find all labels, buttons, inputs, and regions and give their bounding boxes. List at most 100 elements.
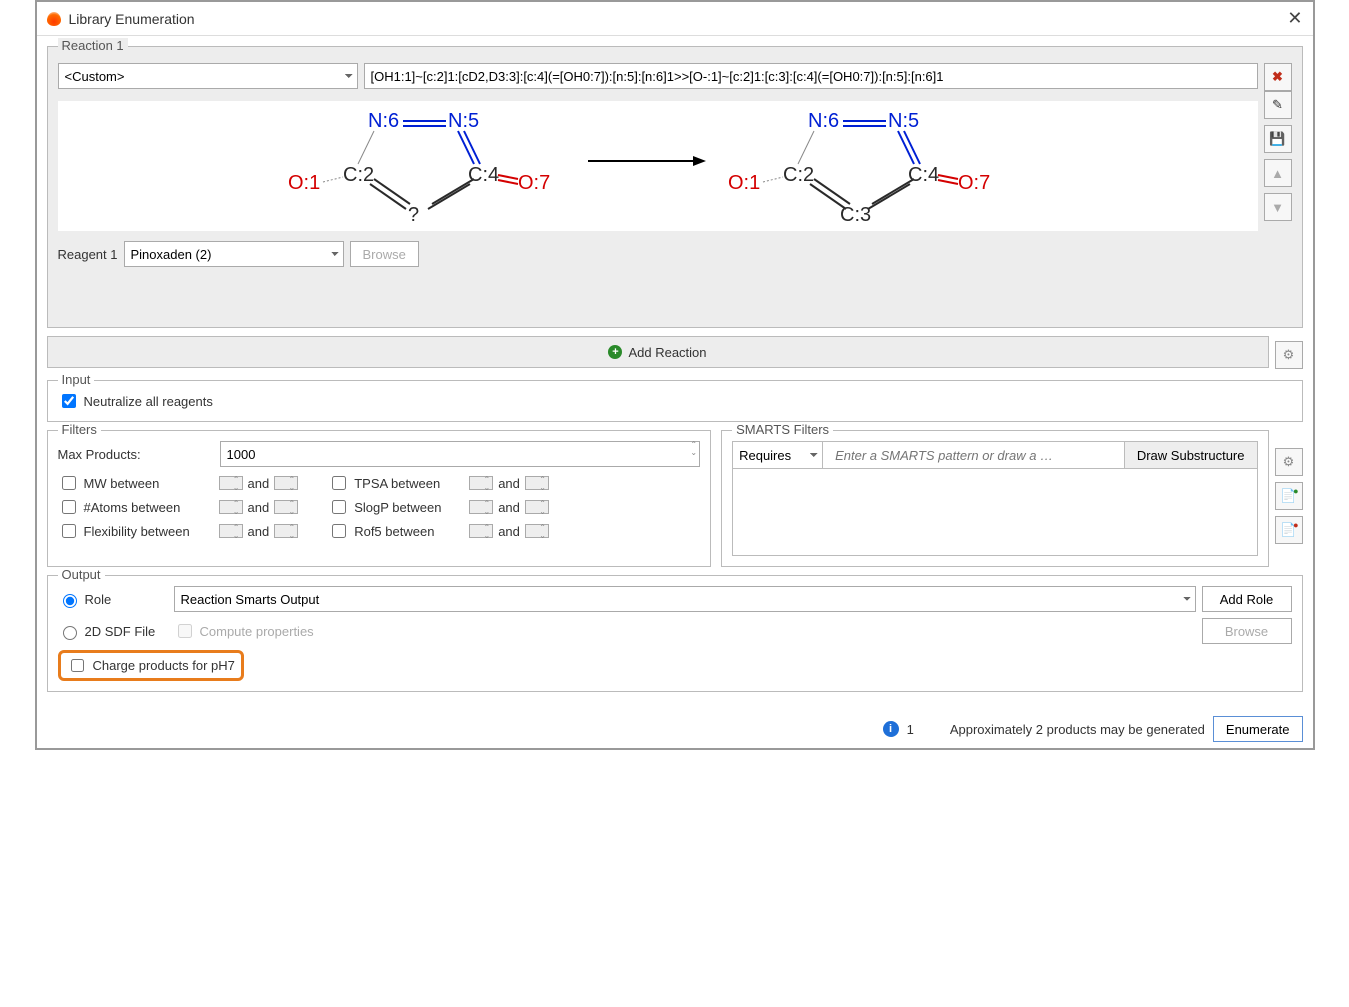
reaction-preset-select[interactable]: <Custom> [58, 63, 358, 89]
svg-text:O:1: O:1 [288, 172, 320, 194]
pencil-icon: ✎ [1272, 97, 1283, 113]
save-reaction-button[interactable]: 💾 [1264, 125, 1292, 153]
add-reaction-bar[interactable]: + Add Reaction [47, 336, 1269, 368]
reaction-settings-button[interactable]: ⚙ [1275, 341, 1303, 369]
input-group: Input Neutralize all reagents [47, 380, 1303, 422]
status-count: 1 [907, 722, 914, 737]
plus-icon: + [608, 345, 622, 359]
output-legend: Output [58, 567, 105, 582]
rof5-label: Rof5 between [354, 524, 464, 539]
neutralize-label: Neutralize all reagents [84, 394, 213, 409]
input-legend: Input [58, 372, 95, 387]
flex-max-input[interactable] [274, 524, 298, 538]
svg-text:O:1: O:1 [728, 172, 760, 194]
triangle-down-icon: ▼ [1271, 200, 1284, 215]
close-button[interactable]: ✕ [1287, 8, 1302, 29]
flex-min-input[interactable] [219, 524, 243, 538]
enumerate-button[interactable]: Enumerate [1213, 716, 1303, 742]
svg-text:N:5: N:5 [888, 110, 919, 132]
mw-max-input[interactable] [274, 476, 298, 490]
max-products-input[interactable] [220, 441, 701, 467]
compute-properties-checkbox [178, 624, 192, 638]
gear-icon: ⚙ [1283, 347, 1295, 363]
status-bar: i 1 Approximately 2 products may be gene… [37, 710, 1313, 748]
add-role-button[interactable]: Add Role [1202, 586, 1292, 612]
charge-ph7-checkbox[interactable] [71, 659, 84, 672]
slogp-checkbox[interactable] [332, 500, 346, 514]
charge-ph7-highlight: Charge products for pH7 [58, 650, 244, 681]
charge-ph7-label: Charge products for pH7 [93, 658, 235, 673]
svg-text:?: ? [408, 204, 419, 226]
smarts-legend: SMARTS Filters [732, 422, 833, 437]
flex-checkbox[interactable] [62, 524, 76, 538]
neutralize-checkbox[interactable] [62, 394, 76, 408]
smarts-settings-button[interactable]: ⚙ [1275, 448, 1303, 476]
rof5-min-input[interactable] [469, 524, 493, 538]
svg-text:C:4: C:4 [908, 164, 939, 186]
svg-text:C:4: C:4 [468, 164, 499, 186]
clear-reaction-button[interactable]: ✖ [1264, 63, 1292, 91]
status-message: Approximately 2 products may be generate… [950, 722, 1205, 737]
slogp-min-input[interactable] [469, 500, 493, 514]
smarts-filters-group: SMARTS Filters Requires Draw Substructur… [721, 430, 1268, 567]
filters-legend: Filters [58, 422, 101, 437]
svg-text:N:6: N:6 [368, 110, 399, 132]
output-group: Output Role Reaction Smarts Output Add R… [47, 575, 1303, 692]
rof5-checkbox[interactable] [332, 524, 346, 538]
svg-text:O:7: O:7 [518, 172, 550, 194]
reagent-label: Reagent 1 [58, 247, 118, 262]
remove-filter-icon: 📄● [1280, 522, 1296, 538]
title-bar: Library Enumeration ✕ [37, 2, 1313, 36]
mw-label: MW between [84, 476, 214, 491]
svg-text:C:2: C:2 [783, 164, 814, 186]
reaction-legend: Reaction 1 [58, 38, 128, 53]
reaction-smarts-input[interactable] [364, 63, 1258, 89]
svg-text:N:5: N:5 [448, 110, 479, 132]
max-products-label: Max Products: [58, 447, 214, 462]
slogp-max-input[interactable] [525, 500, 549, 514]
output-browse-button[interactable]: Browse [1202, 618, 1292, 644]
atoms-label: #Atoms between [84, 500, 214, 515]
library-enumeration-window: Library Enumeration ✕ Reaction 1 <Custom… [35, 0, 1315, 750]
smarts-pattern-input[interactable] [829, 442, 1118, 468]
add-filter-icon: 📄● [1280, 488, 1296, 504]
app-icon [47, 12, 61, 26]
gear-icon: ⚙ [1283, 454, 1295, 470]
tpsa-max-input[interactable] [525, 476, 549, 490]
window-title: Library Enumeration [69, 11, 195, 27]
slogp-label: SlogP between [354, 500, 464, 515]
add-reaction-label: Add Reaction [628, 345, 706, 360]
neutralize-checkbox-row[interactable]: Neutralize all reagents [58, 391, 1292, 411]
role-select[interactable]: Reaction Smarts Output [174, 586, 1196, 612]
sdf-label: 2D SDF File [85, 624, 156, 639]
mw-min-input[interactable] [219, 476, 243, 490]
draw-substructure-button[interactable]: Draw Substructure [1124, 442, 1257, 468]
tpsa-checkbox[interactable] [332, 476, 346, 490]
atoms-min-input[interactable] [219, 500, 243, 514]
tpsa-min-input[interactable] [469, 476, 493, 490]
reaction-group: Reaction 1 <Custom> ✖ N:6 N:5 [47, 46, 1303, 328]
compute-label: Compute properties [200, 624, 314, 639]
flex-label: Flexibility between [84, 524, 214, 539]
smarts-mode-select[interactable]: Requires [733, 442, 823, 468]
save-icon: 💾 [1269, 131, 1285, 147]
smarts-remove-button[interactable]: 📄● [1275, 516, 1303, 544]
tpsa-label: TPSA between [354, 476, 464, 491]
edit-reaction-button[interactable]: ✎ [1264, 91, 1292, 119]
svg-text:N:6: N:6 [808, 110, 839, 132]
filters-group: Filters Max Products: MW between and [47, 430, 712, 567]
atoms-max-input[interactable] [274, 500, 298, 514]
reagent-select[interactable]: Pinoxaden (2) [124, 241, 344, 267]
info-icon: i [883, 721, 899, 737]
rof5-max-input[interactable] [525, 524, 549, 538]
move-down-button[interactable]: ▼ [1264, 193, 1292, 221]
role-radio[interactable] [63, 594, 77, 608]
svg-text:O:7: O:7 [958, 172, 990, 194]
smarts-add-button[interactable]: 📄● [1275, 482, 1303, 510]
sdf-radio[interactable] [63, 626, 77, 640]
svg-text:C:2: C:2 [343, 164, 374, 186]
reagent-browse-button[interactable]: Browse [350, 241, 419, 267]
move-up-button[interactable]: ▲ [1264, 159, 1292, 187]
mw-checkbox[interactable] [62, 476, 76, 490]
atoms-checkbox[interactable] [62, 500, 76, 514]
